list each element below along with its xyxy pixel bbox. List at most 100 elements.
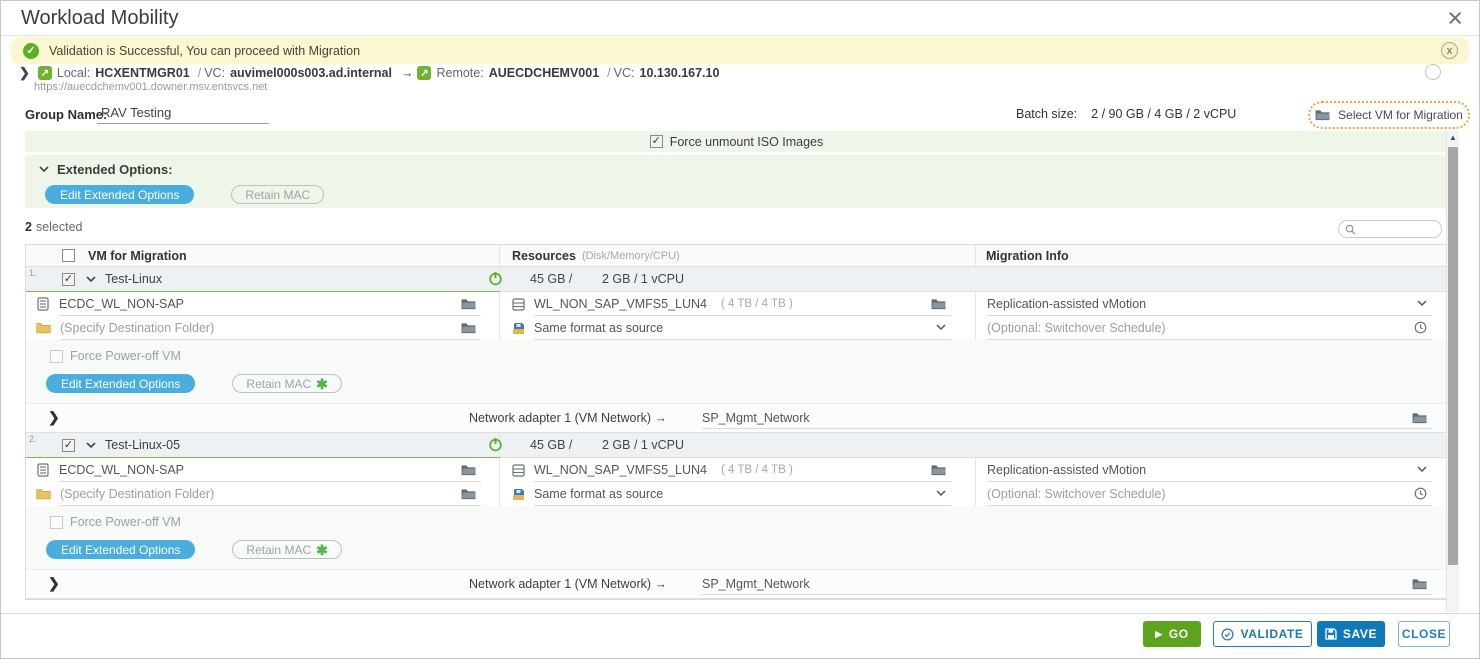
site-refresh-icon[interactable] xyxy=(1425,64,1441,80)
datastore-icon xyxy=(512,464,525,477)
network-target-value[interactable]: SP_Mgmt_Network xyxy=(702,411,810,425)
force-unmount-checkbox[interactable]: ✓ xyxy=(650,135,663,148)
browse-datastore-icon[interactable] xyxy=(931,298,946,310)
vm-select-checkbox[interactable]: ✓ xyxy=(62,439,75,452)
close-icon[interactable]: × xyxy=(1447,5,1463,32)
row-settings-line-1: ECDC_WL_NON-SAP WL_NON_SAP_VMFS5_LUN4 ( … xyxy=(26,458,1447,482)
chevron-down-icon[interactable] xyxy=(1417,300,1427,307)
migration-profile-select[interactable]: Replication-assisted vMotion xyxy=(987,297,1146,311)
edit-extended-options-button[interactable]: Edit Extended Options xyxy=(46,374,195,393)
footer-divider xyxy=(1,613,1479,614)
search-box[interactable] xyxy=(1338,220,1442,238)
pair-arrow-icon: → xyxy=(401,66,414,80)
retain-mac-button[interactable]: Retain MAC ✱ xyxy=(232,540,341,559)
remote-site-url: https://auecdchemv001.downer.msv.entsvcs… xyxy=(34,81,267,93)
switchover-schedule-field[interactable]: (Optional: Switchover Schedule) xyxy=(987,487,1166,501)
select-vm-label: Select VM for Migration xyxy=(1338,108,1463,122)
table-header-row: VM for Migration Resources (Disk/Memory/… xyxy=(26,245,1447,267)
validation-banner: ✓ Validation is Successful, You can proc… xyxy=(11,37,1469,64)
check-circle-icon xyxy=(1221,628,1234,641)
banner-dismiss-icon[interactable]: x xyxy=(1441,42,1458,59)
batch-size-label: Batch size: xyxy=(1016,107,1077,121)
force-unmount-band: ✓ Force unmount ISO Images xyxy=(25,131,1448,152)
select-all-checkbox[interactable] xyxy=(62,249,75,262)
folder-icon xyxy=(1315,109,1330,121)
dest-folder-placeholder[interactable]: (Specify Destination Folder) xyxy=(60,321,214,335)
remote-vc-address: 10.130.167.10 xyxy=(640,66,720,80)
go-button[interactable]: ▶ GO xyxy=(1143,621,1201,647)
vm-migration-table: VM for Migration Resources (Disk/Memory/… xyxy=(25,244,1448,600)
folder-yellow-icon xyxy=(36,488,51,500)
local-site-icon: ↗ xyxy=(38,66,52,80)
force-poweroff-checkbox[interactable] xyxy=(50,516,63,529)
expand-chevron-icon[interactable]: ❯ xyxy=(19,65,30,81)
edit-extended-options-button[interactable]: Edit Extended Options xyxy=(45,185,194,204)
browse-folder-icon[interactable] xyxy=(461,322,476,334)
dest-folder-placeholder[interactable]: (Specify Destination Folder) xyxy=(60,487,214,501)
browse-network-icon[interactable] xyxy=(1412,578,1427,590)
save-button[interactable]: SAVE xyxy=(1317,621,1385,647)
clock-icon[interactable] xyxy=(1414,321,1427,334)
play-icon: ▶ xyxy=(1155,629,1163,640)
switchover-schedule-field[interactable]: (Optional: Switchover Schedule) xyxy=(987,321,1166,335)
browse-folder-icon[interactable] xyxy=(461,298,476,310)
vertical-scrollbar[interactable]: ▲ xyxy=(1446,131,1459,612)
chevron-down-icon[interactable] xyxy=(936,490,946,497)
success-check-icon: ✓ xyxy=(23,43,39,59)
chevron-down-icon[interactable] xyxy=(86,276,96,283)
chevron-right-icon[interactable]: ❯ xyxy=(48,409,60,426)
disk-format-select[interactable]: Same format as source xyxy=(534,321,663,335)
search-input[interactable] xyxy=(1360,222,1436,236)
chevron-down-icon[interactable] xyxy=(86,442,96,449)
force-poweroff-checkbox[interactable] xyxy=(50,350,63,363)
chevron-down-icon[interactable] xyxy=(936,324,946,331)
browse-folder-icon[interactable] xyxy=(461,488,476,500)
scrollbar-thumb[interactable] xyxy=(1448,147,1458,565)
migration-profile-select[interactable]: Replication-assisted vMotion xyxy=(987,463,1146,477)
retain-mac-enabled-icon: ✱ xyxy=(316,543,328,557)
retain-mac-button[interactable]: Retain MAC ✱ xyxy=(232,374,341,393)
browse-datastore-icon[interactable] xyxy=(931,464,946,476)
close-button[interactable]: CLOSE xyxy=(1398,621,1450,647)
browse-folder-icon[interactable] xyxy=(461,464,476,476)
network-mapping-label: Network adapter 1 (VM Network) → xyxy=(469,577,667,591)
chevron-down-icon[interactable] xyxy=(1417,466,1427,473)
retain-mac-enabled-icon: ✱ xyxy=(316,377,328,391)
header-resources-hint: (Disk/Memory/CPU) xyxy=(582,250,680,262)
row-number: 2. xyxy=(29,434,37,444)
local-vc-name: auvimel000s003.ad.internal xyxy=(230,66,392,80)
local-site-name: HCXENTMGR01 xyxy=(95,66,189,80)
row-valid-indicator xyxy=(26,457,500,458)
site-pair-row: ❯ ↗ Local: HCXENTMGR01 / VC: auvimel000s… xyxy=(19,65,724,81)
vm-select-checkbox[interactable]: ✓ xyxy=(62,273,75,286)
row-settings-line-2: (Specify Destination Folder) Same format… xyxy=(26,316,1447,340)
power-on-icon xyxy=(488,271,503,286)
vm-name: Test-Linux-05 xyxy=(105,438,180,452)
vm-mem-cpu: 2 GB / 1 vCPU xyxy=(602,272,684,286)
vc-label: VC: xyxy=(204,66,225,80)
edit-extended-options-button[interactable]: Edit Extended Options xyxy=(46,540,195,559)
resource-pool-value: ECDC_WL_NON-SAP xyxy=(59,297,184,311)
validate-button[interactable]: VALIDATE xyxy=(1213,621,1312,647)
select-vm-button[interactable]: Select VM for Migration xyxy=(1308,101,1470,129)
force-poweroff-label: Force Power-off VM xyxy=(70,349,181,363)
clock-icon[interactable] xyxy=(1414,487,1427,500)
chevron-right-icon[interactable]: ❯ xyxy=(48,575,60,592)
retain-mac-button[interactable]: Retain MAC xyxy=(231,185,324,204)
datastore-capacity: ( 4 TB / 4 TB ) xyxy=(721,464,793,476)
group-name-input[interactable] xyxy=(97,101,269,124)
validate-label: VALIDATE xyxy=(1240,627,1303,641)
row-network-mapping: ❯ Network adapter 1 (VM Network) → SP_Mg… xyxy=(26,404,1447,433)
chevron-down-icon[interactable] xyxy=(39,166,49,173)
workload-mobility-dialog: Workload Mobility × ✓ Validation is Succ… xyxy=(0,0,1480,659)
row-valid-indicator xyxy=(26,291,500,292)
network-target-value[interactable]: SP_Mgmt_Network xyxy=(702,577,810,591)
disk-format-select[interactable]: Same format as source xyxy=(534,487,663,501)
vm-mem-cpu: 2 GB / 1 vCPU xyxy=(602,438,684,452)
scroll-up-icon[interactable]: ▲ xyxy=(1447,133,1459,142)
datastore-capacity: ( 4 TB / 4 TB ) xyxy=(721,298,793,310)
close-label: CLOSE xyxy=(1402,627,1446,641)
browse-network-icon[interactable] xyxy=(1412,412,1427,424)
retain-mac-label: Retain MAC xyxy=(246,377,311,391)
retain-mac-label: Retain MAC xyxy=(246,543,311,557)
